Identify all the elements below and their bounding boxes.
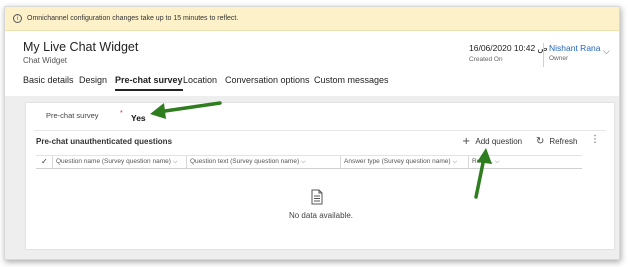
- header-divider: [543, 43, 544, 67]
- tab-pre-chat-survey[interactable]: Pre-chat survey: [115, 75, 183, 91]
- add-question-button[interactable]: + Add question: [462, 136, 522, 147]
- tab-bar: Basic details Design Pre-chat survey Loc…: [5, 73, 619, 95]
- document-icon: [311, 189, 323, 205]
- section-divider: [34, 130, 606, 131]
- app-window: i Omnichannel configuration changes take…: [4, 6, 620, 260]
- plus-icon: +: [462, 136, 471, 147]
- column-question-text[interactable]: Question text (Survey question name) ⌵: [190, 158, 336, 166]
- created-on-label: Created On: [469, 56, 503, 63]
- column-answer-type-label: Answer type (Survey question name): [344, 158, 451, 165]
- chevron-down-icon: ⌵: [494, 158, 500, 165]
- notification-text: Omnichannel configuration changes take u…: [27, 15, 239, 22]
- refresh-label: Refresh: [549, 137, 578, 146]
- chevron-down-icon[interactable]: ⌵: [603, 47, 610, 57]
- required-marker: *: [120, 110, 123, 117]
- record-entity: Chat Widget: [23, 56, 68, 65]
- created-on-field: 16/06/2020 10:42 ص Created On: [469, 43, 548, 63]
- empty-state-message: No data available.: [288, 211, 354, 220]
- created-on-value: 16/06/2020 10:42 ص: [469, 43, 548, 53]
- info-icon: i: [13, 14, 22, 23]
- column-divider: [186, 156, 187, 168]
- tab-basic-details[interactable]: Basic details: [23, 75, 74, 85]
- owner-link[interactable]: Nishant Rana: [549, 43, 601, 53]
- pre-chat-survey-toggle[interactable]: Yes: [131, 113, 146, 123]
- column-question-name[interactable]: Question name (Survey question name) ⌵: [56, 158, 184, 166]
- chevron-down-icon: ⌵: [452, 158, 458, 165]
- refresh-icon: ↻: [536, 136, 545, 147]
- add-question-label: Add question: [475, 137, 523, 146]
- column-question-text-label: Question text (Survey question name): [190, 158, 300, 165]
- more-options-icon[interactable]: ⋮: [590, 134, 600, 145]
- chevron-down-icon: ⌵: [172, 158, 178, 165]
- tab-conversation-options[interactable]: Conversation options: [225, 75, 310, 85]
- owner-field: Nishant Rana Owner: [549, 43, 601, 62]
- pre-chat-section: Pre-chat survey * Yes Pre-chat unauthent…: [25, 102, 615, 250]
- column-question-name-label: Question name (Survey question name): [56, 158, 171, 165]
- subgrid-title: Pre-chat unauthenticated questions: [36, 137, 173, 146]
- chevron-down-icon: ⌵: [301, 158, 306, 165]
- column-divider: [468, 156, 469, 168]
- column-required-label: Requ...: [472, 158, 493, 165]
- grid-header: ✓ Question name (Survey question name) ⌵ …: [36, 155, 582, 169]
- record-title: My Live Chat Widget: [23, 40, 139, 54]
- owner-label: Owner: [549, 55, 569, 62]
- record-header: My Live Chat Widget Chat Widget 16/06/20…: [5, 31, 619, 73]
- tab-design[interactable]: Design: [79, 75, 107, 85]
- column-divider: [340, 156, 341, 168]
- select-all-checkbox[interactable]: ✓: [41, 157, 48, 166]
- column-required[interactable]: Requ... ⌵: [472, 158, 520, 166]
- tab-custom-messages[interactable]: Custom messages: [314, 75, 389, 85]
- notification-bar: i Omnichannel configuration changes take…: [5, 7, 619, 31]
- pre-chat-survey-label: Pre-chat survey: [46, 111, 99, 120]
- form-body: Pre-chat survey * Yes Pre-chat unauthent…: [5, 96, 619, 259]
- refresh-button[interactable]: ↻ Refresh: [536, 136, 577, 147]
- column-divider: [52, 156, 53, 168]
- tab-location[interactable]: Location: [183, 75, 217, 85]
- column-answer-type[interactable]: Answer type (Survey question name) ⌵: [344, 158, 466, 166]
